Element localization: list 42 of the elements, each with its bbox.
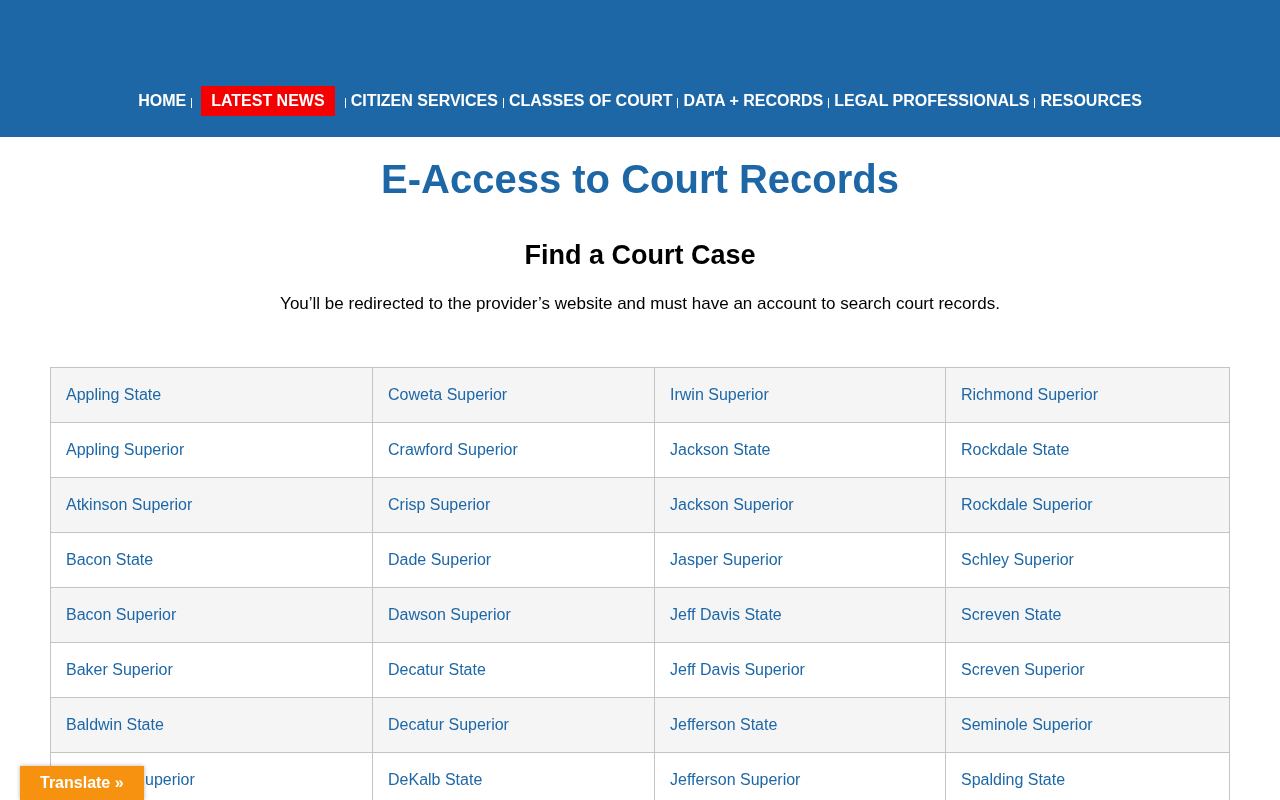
court-link[interactable]: Bacon Superior — [66, 606, 177, 623]
nav-link[interactable]: LATEST NEWS — [201, 86, 335, 116]
court-link[interactable]: Rockdale Superior — [961, 496, 1093, 513]
nav-link[interactable]: HOME — [135, 86, 190, 116]
court-link[interactable]: Richmond Superior — [961, 386, 1098, 403]
court-link[interactable]: Screven Superior — [961, 661, 1085, 678]
court-link[interactable]: DeKalb State — [388, 771, 483, 788]
nav-link[interactable]: CITIZEN SERVICES — [347, 86, 501, 116]
court-link[interactable]: Baldwin State — [66, 716, 164, 733]
court-link[interactable]: Bacon State — [66, 551, 154, 568]
court-link[interactable]: Jackson Superior — [670, 496, 794, 513]
court-link[interactable]: Dawson Superior — [388, 606, 511, 623]
court-link[interactable]: Spalding State — [961, 771, 1066, 788]
court-link[interactable]: Crisp Superior — [388, 496, 491, 513]
court-link[interactable]: Seminole Superior — [961, 716, 1093, 733]
court-link[interactable]: Screven State — [961, 606, 1062, 623]
page-title: E-Access to Court Records — [381, 156, 899, 203]
court-link[interactable]: Jackson State — [670, 441, 771, 458]
court-link[interactable]: Dade Superior — [388, 551, 492, 568]
court-link[interactable]: Jeff Davis State — [670, 606, 782, 623]
court-link[interactable]: Coweta Superior — [388, 386, 508, 403]
section-heading: Find a Court Case — [524, 239, 756, 272]
nav-link[interactable]: RESOURCES — [1037, 86, 1145, 116]
nav-link[interactable]: LEGAL PROFESSIONALS — [831, 86, 1033, 116]
court-link[interactable]: Decatur State — [388, 661, 486, 678]
court-link[interactable]: Appling State — [66, 386, 162, 403]
court-link[interactable]: Atkinson Superior — [66, 496, 193, 513]
court-link[interactable]: Crawford Superior — [388, 441, 518, 458]
court-link[interactable]: Jeff Davis Superior — [670, 661, 805, 678]
court-link[interactable]: uperior — [145, 771, 195, 788]
court-link[interactable]: Decatur Superior — [388, 716, 509, 733]
court-link[interactable]: Baker Superior — [66, 661, 173, 678]
nav-link[interactable]: CLASSES OF COURT — [505, 86, 676, 116]
court-link[interactable]: Jasper Superior — [670, 551, 783, 568]
court-link[interactable]: Jefferson Superior — [670, 771, 801, 788]
intro-text: You’ll be redirected to the provider’s website and must have an account to search court records. — [280, 293, 1000, 315]
court-link[interactable]: Rockdale State — [961, 441, 1070, 458]
court-link[interactable]: Irwin Superior — [670, 386, 769, 403]
court-link[interactable]: Appling Superior — [66, 441, 185, 458]
nav-link[interactable]: DATA + RECORDS — [680, 86, 827, 116]
court-link[interactable]: Schley Superior — [961, 551, 1074, 568]
court-link[interactable]: Jefferson State — [670, 716, 778, 733]
